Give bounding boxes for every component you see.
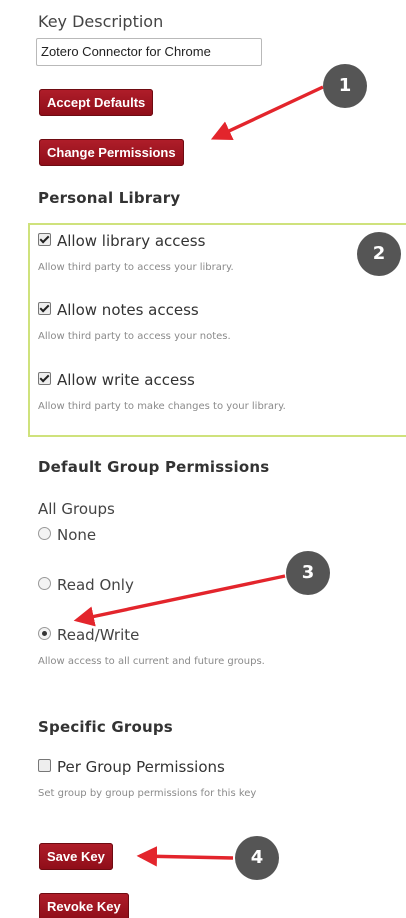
allow-write-access-help: Allow third party to make changes to you… [38, 401, 286, 412]
allow-notes-access-help: Allow third party to access your notes. [38, 331, 231, 342]
all-groups-label: All Groups [38, 500, 115, 518]
allow-library-access-checkbox[interactable]: Allow library access [38, 232, 205, 250]
per-group-permissions-help: Set group by group permissions for this … [38, 788, 257, 799]
key-description-input[interactable]: Zotero Connector for Chrome [36, 38, 262, 66]
radio-none-label: None [57, 526, 97, 544]
per-group-permissions-checkbox[interactable]: Per Group Permissions [38, 758, 225, 776]
radio-unselected-icon[interactable] [38, 527, 51, 540]
per-group-permissions-label: Per Group Permissions [57, 758, 225, 776]
checkbox-checked-icon[interactable] [38, 372, 51, 385]
save-key-button[interactable]: Save Key [39, 843, 113, 870]
allow-notes-access-checkbox[interactable]: Allow notes access [38, 301, 199, 319]
accept-defaults-button[interactable]: Accept Defaults [39, 89, 154, 116]
step-1-badge: 1 [323, 64, 367, 108]
allow-library-access-label: Allow library access [57, 232, 206, 250]
allow-write-access-checkbox[interactable]: Allow write access [38, 371, 195, 389]
key-description-label: Key Description [38, 12, 164, 31]
arrow-to-change-permissions [210, 85, 324, 141]
change-permissions-button[interactable]: Change Permissions [39, 139, 184, 166]
api-key-settings-page: Key Description Zotero Connector for Chr… [0, 0, 406, 918]
revoke-key-button[interactable]: Revoke Key [39, 893, 129, 918]
radio-read-write-label: Read/Write [57, 626, 140, 644]
step-3-badge: 3 [286, 551, 330, 595]
step-2-badge: 2 [357, 232, 401, 276]
radio-read-only-label: Read Only [57, 576, 134, 594]
allow-library-access-help: Allow third party to access your library… [38, 262, 234, 273]
allow-notes-access-label: Allow notes access [57, 301, 199, 319]
specific-groups-title: Specific Groups [38, 718, 173, 736]
radio-read-only[interactable]: Read Only [38, 576, 134, 594]
radio-none[interactable]: None [38, 526, 96, 544]
step-4-badge: 4 [235, 836, 279, 880]
radio-selected-icon[interactable] [38, 627, 51, 640]
personal-library-title: Personal Library [38, 189, 181, 207]
checkbox-checked-icon[interactable] [38, 233, 51, 246]
checkbox-checked-icon[interactable] [38, 302, 51, 315]
radio-read-write[interactable]: Read/Write [38, 626, 139, 644]
allow-write-access-label: Allow write access [57, 371, 195, 389]
radio-unselected-icon[interactable] [38, 577, 51, 590]
arrow-to-save-key [136, 846, 234, 867]
group-permissions-help: Allow access to all current and future g… [38, 656, 265, 667]
checkbox-unchecked-icon[interactable] [38, 759, 51, 772]
default-group-permissions-title: Default Group Permissions [38, 458, 270, 476]
